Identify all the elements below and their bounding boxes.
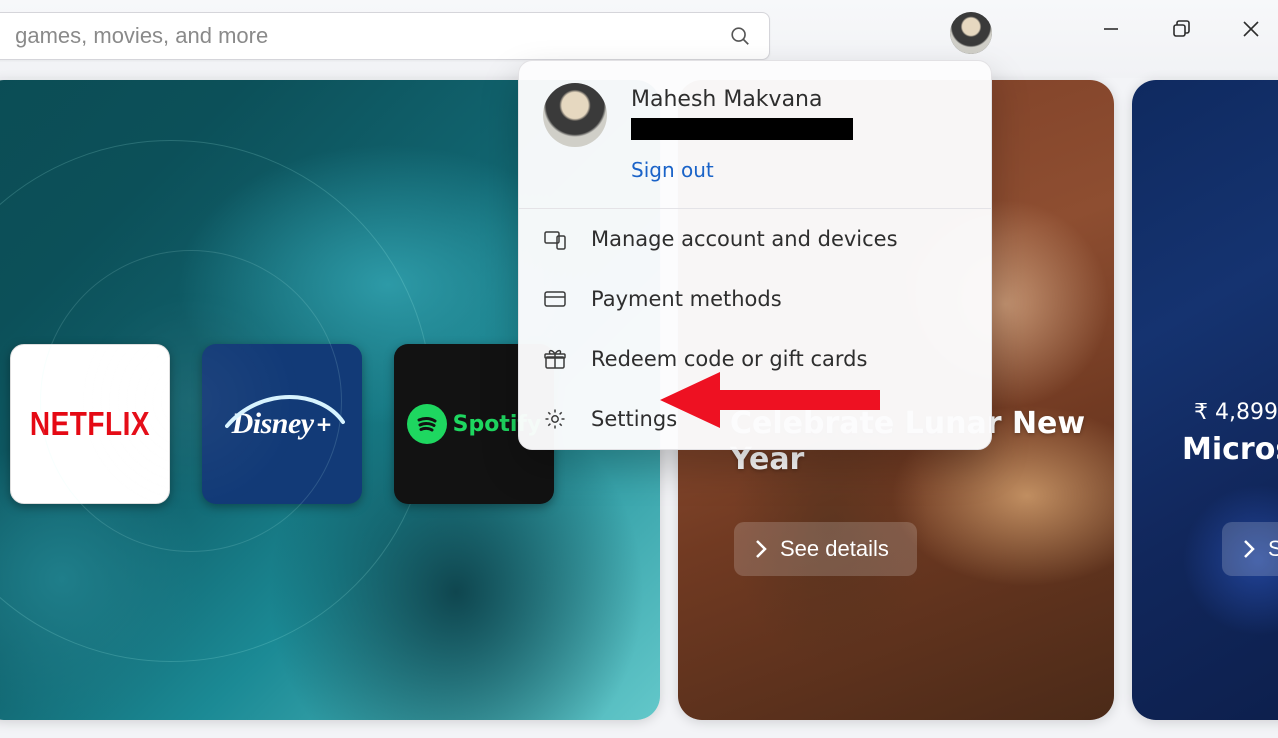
search-box[interactable] [0,12,770,60]
avatar [543,83,607,147]
menu-item-payment-methods[interactable]: Payment methods [519,269,991,329]
see-label: See [1268,536,1278,562]
flyout-header: Mahesh Makvana Sign out [519,61,991,209]
menu-label: Payment methods [591,287,782,311]
menu-item-manage-account[interactable]: Manage account and devices [519,209,991,269]
window-close-button[interactable] [1230,12,1272,46]
disney-plus-sign: + [316,412,333,436]
menu-label: Manage account and devices [591,227,898,251]
minimize-icon [1102,20,1120,38]
app-tile-disneyplus[interactable]: Disney + [202,344,362,504]
featured-app-row: NETFLIX Disney + Spotify [10,344,554,504]
avatar [950,12,992,54]
menu-item-redeem-code[interactable]: Redeem code or gift cards [519,329,991,389]
disney-arc-icon [225,392,345,442]
gift-icon [543,347,567,371]
see-details-button-right[interactable]: See [1222,522,1278,576]
disney-word: Disney [232,407,314,441]
product-name: Microsof [1182,432,1278,467]
spotify-icon [407,404,447,444]
chevron-right-icon [754,539,768,559]
credit-card-icon [543,287,567,311]
netflix-logo: NETFLIX [30,405,150,443]
product-price: ₹ 4,899.00 [1194,400,1278,425]
window-minimize-button[interactable] [1090,12,1132,46]
window-restore-button[interactable] [1160,12,1202,46]
sign-out-link[interactable]: Sign out [631,158,714,182]
profile-button[interactable] [950,12,992,54]
chevron-right-icon [1242,539,1256,559]
gear-icon [543,407,567,431]
search-icon [729,25,751,47]
devices-icon [543,227,567,251]
app-tile-netflix[interactable]: NETFLIX [10,344,170,504]
menu-label: Redeem code or gift cards [591,347,867,371]
menu-label: Settings [591,407,677,431]
search-input[interactable] [9,23,729,49]
flyout-user-block: Mahesh Makvana Sign out [631,83,853,182]
user-email-redacted [631,118,853,140]
close-icon [1242,20,1260,38]
restore-icon [1171,19,1191,39]
see-details-button[interactable]: See details [734,522,917,576]
disneyplus-logo: Disney + [217,394,347,454]
promo-card-microsoft[interactable]: ₹ 4,899.00 Microsof See [1132,80,1278,720]
account-flyout: Mahesh Makvana Sign out Manage account a… [518,60,992,450]
see-details-label: See details [780,536,889,562]
menu-item-settings[interactable]: Settings [519,389,991,449]
user-display-name: Mahesh Makvana [631,87,853,112]
